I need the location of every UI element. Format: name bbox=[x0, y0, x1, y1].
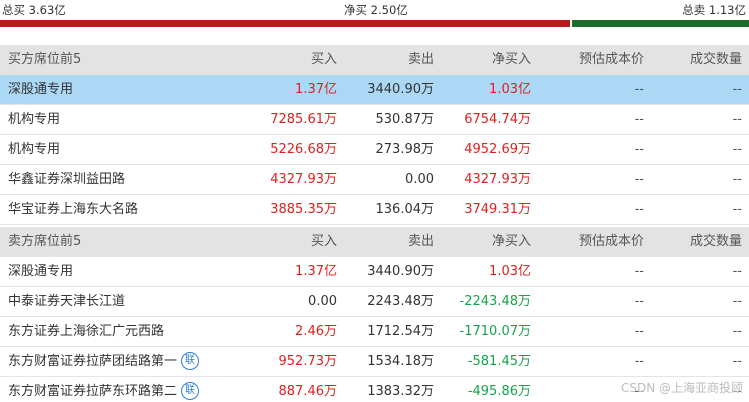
cost-value: -- bbox=[634, 324, 644, 339]
cost-value: -- bbox=[634, 264, 644, 279]
cost-value: -- bbox=[634, 354, 644, 369]
buy-value: 0.00 bbox=[308, 294, 337, 309]
volume-value: -- bbox=[732, 354, 742, 369]
header-net: 净买入 bbox=[491, 234, 531, 249]
net-value: 4327.93万 bbox=[464, 172, 531, 187]
table-row[interactable]: 华鑫证券深圳益田路 4327.93万 0.00 4327.93万 -- -- bbox=[0, 165, 749, 195]
header-cost: 预估成本价 bbox=[578, 234, 644, 249]
buy-value: 2.46万 bbox=[295, 324, 337, 339]
sell-value: 530.87万 bbox=[375, 112, 435, 127]
sell-value: 0.00 bbox=[405, 172, 434, 187]
cost-value: -- bbox=[634, 172, 644, 187]
volume-value: -- bbox=[732, 202, 742, 217]
header-seat: 卖方席位前5 bbox=[8, 234, 82, 249]
volume-value: -- bbox=[732, 324, 742, 339]
total-sell-label: 总卖 1.13亿 bbox=[682, 3, 746, 17]
seat-name-with-badge: 东方财富证券拉萨东环路第二联 bbox=[8, 377, 200, 402]
seat-name: 东方证券上海徐汇广元西路 bbox=[8, 324, 165, 339]
buy-sell-summary: 总买 3.63亿 净买 2.50亿 总卖 1.13亿 bbox=[0, 0, 749, 30]
header-volume: 成交数量 bbox=[689, 234, 742, 249]
cost-value: -- bbox=[634, 142, 644, 157]
net-value: 4952.69万 bbox=[464, 142, 531, 157]
buy-value: 4327.93万 bbox=[270, 172, 337, 187]
total-buy-label: 总买 3.63亿 bbox=[2, 3, 66, 17]
header-buy: 买入 bbox=[310, 52, 337, 67]
net-value: 1.03亿 bbox=[489, 264, 531, 279]
net-value: -1710.07万 bbox=[459, 324, 531, 339]
header-volume: 成交数量 bbox=[689, 52, 742, 67]
seat-name: 深股通专用 bbox=[8, 82, 74, 97]
volume-value: -- bbox=[732, 112, 742, 127]
sell-section-header: 卖方席位前5 买入 卖出 净买入 预估成本价 成交数量 bbox=[0, 227, 749, 257]
sell-value: 1383.32万 bbox=[367, 384, 434, 399]
sell-value: 1712.54万 bbox=[367, 324, 434, 339]
seat-name: 华宝证券上海东大名路 bbox=[8, 202, 139, 217]
net-value: -495.86万 bbox=[467, 384, 531, 399]
cost-value: -- bbox=[634, 112, 644, 127]
volume-value: -- bbox=[732, 264, 742, 279]
net-value: 1.03亿 bbox=[489, 82, 531, 97]
table-row[interactable]: 机构专用 7285.61万 530.87万 6754.74万 -- -- bbox=[0, 105, 749, 135]
watermark: CSDN @上海亚商投顾 bbox=[620, 381, 743, 395]
dragon-tiger-table: 买方席位前5 买入 卖出 净买入 预估成本价 成交数量 深股通专用 1.37亿 … bbox=[0, 45, 749, 402]
header-seat: 买方席位前5 bbox=[8, 52, 82, 67]
cost-value: -- bbox=[634, 202, 644, 217]
table-row[interactable]: 深股通专用 1.37亿 3440.90万 1.03亿 -- -- bbox=[0, 75, 749, 105]
sell-value: 136.04万 bbox=[375, 202, 435, 217]
seat-name: 中泰证券天津长江道 bbox=[8, 294, 126, 309]
header-sell: 卖出 bbox=[407, 52, 434, 67]
lian-badge-icon[interactable]: 联 bbox=[181, 351, 200, 370]
table-row[interactable]: 东方财富证券拉萨团结路第一联 952.73万 1534.18万 -581.45万… bbox=[0, 347, 749, 377]
net-buy-label: 净买 2.50亿 bbox=[344, 3, 408, 17]
buy-value: 5226.68万 bbox=[270, 142, 337, 157]
net-value: -581.45万 bbox=[467, 354, 531, 369]
net-value: 6754.74万 bbox=[464, 112, 531, 127]
header-buy: 买入 bbox=[310, 234, 337, 249]
sell-ratio-bar bbox=[572, 20, 749, 27]
seat-name-with-badge: 东方财富证券拉萨团结路第一联 bbox=[8, 347, 200, 377]
buy-value: 3885.35万 bbox=[270, 202, 337, 217]
buy-value: 887.46万 bbox=[278, 384, 338, 399]
buy-value: 1.37亿 bbox=[295, 82, 337, 97]
header-cost: 预估成本价 bbox=[578, 52, 644, 67]
table-row[interactable]: 机构专用 5226.68万 273.98万 4952.69万 -- -- bbox=[0, 135, 749, 165]
seat-name: 东方财富证券拉萨东环路第二 bbox=[8, 384, 178, 399]
table-row[interactable]: 深股通专用 1.37亿 3440.90万 1.03亿 -- -- bbox=[0, 257, 749, 287]
buy-ratio-bar bbox=[0, 20, 570, 27]
buy-section-header: 买方席位前5 买入 卖出 净买入 预估成本价 成交数量 bbox=[0, 45, 749, 75]
net-value: 3749.31万 bbox=[464, 202, 531, 217]
volume-value: -- bbox=[732, 294, 742, 309]
table-row[interactable]: 东方证券上海徐汇广元西路 2.46万 1712.54万 -1710.07万 --… bbox=[0, 317, 749, 347]
header-net: 净买入 bbox=[491, 52, 531, 67]
volume-value: -- bbox=[732, 142, 742, 157]
seat-name: 机构专用 bbox=[8, 142, 61, 157]
seat-name: 东方财富证券拉萨团结路第一 bbox=[8, 354, 178, 369]
buy-value: 7285.61万 bbox=[270, 112, 337, 127]
cost-value: -- bbox=[634, 294, 644, 309]
lian-badge-icon[interactable]: 联 bbox=[181, 381, 200, 400]
net-value: -2243.48万 bbox=[459, 294, 531, 309]
sell-value: 273.98万 bbox=[375, 142, 435, 157]
buy-value: 952.73万 bbox=[278, 354, 338, 369]
volume-value: -- bbox=[732, 172, 742, 187]
volume-value: -- bbox=[732, 82, 742, 97]
seat-name: 深股通专用 bbox=[8, 264, 74, 279]
table-row[interactable]: 华宝证券上海东大名路 3885.35万 136.04万 3749.31万 -- … bbox=[0, 195, 749, 225]
sell-value: 3440.90万 bbox=[367, 264, 434, 279]
seat-name: 华鑫证券深圳益田路 bbox=[8, 172, 126, 187]
sell-value: 1534.18万 bbox=[367, 354, 434, 369]
sell-value: 3440.90万 bbox=[367, 82, 434, 97]
cost-value: -- bbox=[634, 82, 644, 97]
seat-name: 机构专用 bbox=[8, 112, 61, 127]
header-sell: 卖出 bbox=[407, 234, 434, 249]
table-row[interactable]: 中泰证券天津长江道 0.00 2243.48万 -2243.48万 -- -- bbox=[0, 287, 749, 317]
sell-value: 2243.48万 bbox=[367, 294, 434, 309]
buy-value: 1.37亿 bbox=[295, 264, 337, 279]
